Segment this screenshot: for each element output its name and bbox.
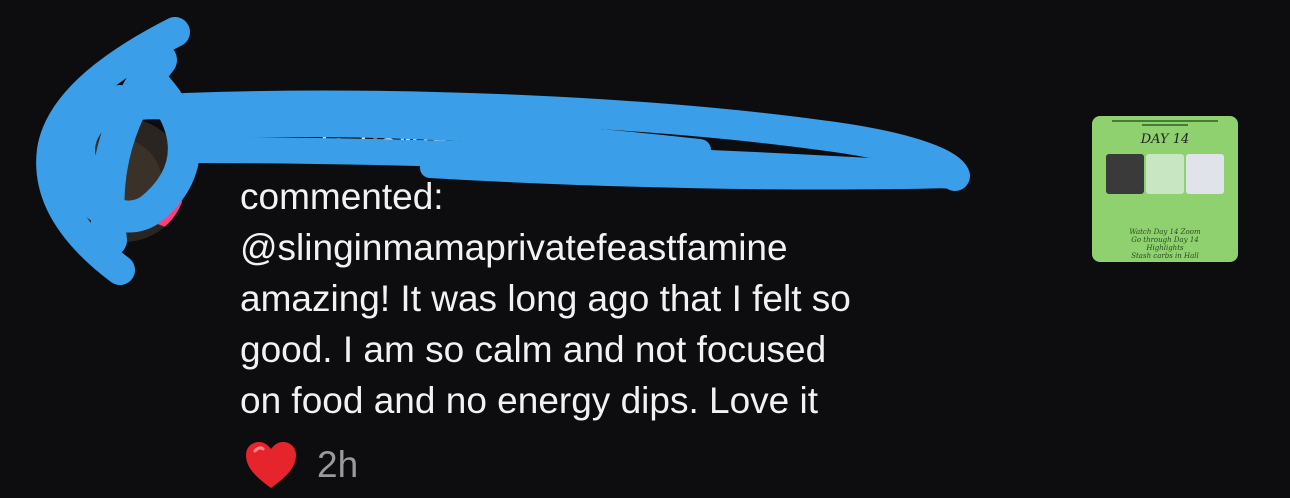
- comment-line: on food and no energy dips. Love it: [240, 380, 819, 421]
- avatar-image: [72, 138, 162, 228]
- thumbnail-image: [1106, 154, 1144, 194]
- thumbnail-image: [1146, 154, 1184, 194]
- avatar[interactable]: [62, 118, 186, 242]
- action-text: commented:: [240, 176, 444, 217]
- thumbnail-caption: Watch Day 14 Zoom Go through Day 14 High…: [1129, 228, 1201, 260]
- avatar-accent: [157, 195, 185, 231]
- comment-body: wanda korke jdli commented: @slinginmama…: [240, 120, 1060, 426]
- thumbnail-image: [1186, 154, 1224, 194]
- post-thumbnail[interactable]: DAY 14 Watch Day 14 Zoom Go through Day …: [1092, 116, 1238, 262]
- comment-line: amazing! It was long ago that I felt so: [240, 278, 851, 319]
- mention-link[interactable]: @slinginmamaprivatefeastfamine: [240, 222, 1060, 273]
- comment-meta: 2h: [243, 440, 358, 490]
- red-heart-icon[interactable]: [243, 439, 299, 491]
- redacted-username-line[interactable]: wanda korke jdli: [240, 120, 1060, 171]
- comment-line: good. I am so calm and not focused: [240, 329, 827, 370]
- thumbnail-header-text: [1112, 120, 1218, 128]
- comment-notification[interactable]: wanda korke jdli commented: @slinginmama…: [0, 0, 1290, 498]
- timestamp: 2h: [317, 444, 359, 485]
- thumbnail-title: DAY 14: [1140, 132, 1190, 147]
